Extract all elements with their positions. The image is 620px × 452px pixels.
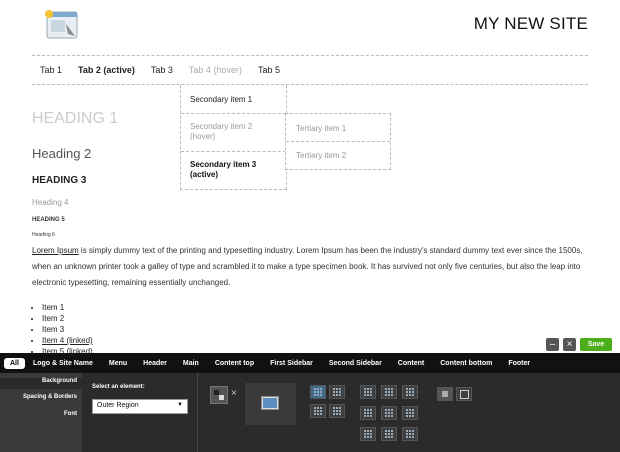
paragraph-text: is simply dummy text of the printing and… — [32, 246, 583, 287]
nav-content-top[interactable]: Content top — [207, 360, 262, 367]
main-menu: Tab 1 Tab 2 (active) Tab 3 Tab 4 (hover)… — [32, 62, 288, 80]
repeat-y-icon[interactable] — [310, 404, 326, 418]
position-top-left-icon[interactable] — [360, 385, 376, 399]
panel-divider — [197, 373, 198, 452]
tertiary-item-2[interactable]: Tertiary item 2 — [296, 151, 346, 160]
position-bottom-right-icon[interactable] — [402, 427, 418, 441]
nav-content-bottom[interactable]: Content bottom — [432, 360, 500, 367]
tab-2-active[interactable]: Tab 2 (active) — [70, 62, 143, 80]
tab-3[interactable]: Tab 3 — [143, 62, 181, 80]
attachment-fixed-icon[interactable] — [456, 387, 472, 401]
background-image-box[interactable] — [245, 383, 296, 425]
element-select[interactable]: Outer Region ▼ — [92, 399, 188, 414]
header-divider — [32, 55, 588, 56]
list-item-link[interactable]: Item 4 (linked) — [42, 335, 93, 346]
tab-5[interactable]: Tab 5 — [250, 62, 288, 80]
position-top-right-icon[interactable] — [402, 385, 418, 399]
heading-4: Heading 4 — [32, 198, 69, 207]
list-item: Item 2 — [42, 313, 93, 324]
heading-3: HEADING 3 — [32, 175, 87, 186]
tertiary-item-1[interactable]: Tertiary item 1 — [296, 124, 346, 133]
secondary-item-3-active[interactable]: Secondary item 3 (active) — [190, 160, 278, 180]
repeat-x-icon[interactable] — [329, 385, 345, 399]
color-swatch[interactable] — [210, 386, 228, 404]
nav-menu[interactable]: Menu — [101, 360, 135, 367]
image-icon — [261, 396, 279, 410]
heading-2: Heading 2 — [32, 146, 92, 161]
repeat-tile-icon[interactable] — [310, 385, 326, 399]
heading-5: HEADING 5 — [32, 217, 65, 223]
body-paragraph: Lorem Ipsum is simply dummy text of the … — [32, 243, 588, 291]
secondary-dropdown: Secondary item 1 Secondary item 2 (hover… — [180, 85, 287, 190]
nav-content[interactable]: Content — [390, 360, 432, 367]
dropdown-separator — [181, 113, 286, 114]
heading-1: HEADING 1 — [32, 110, 119, 127]
menu-divider — [32, 84, 588, 85]
no-repeat-icon[interactable] — [329, 404, 345, 418]
save-button[interactable]: Save — [580, 338, 612, 351]
secondary-item-2-hover[interactable]: Secondary item 2 (hover) — [190, 122, 278, 142]
remove-color-icon[interactable]: × — [231, 388, 237, 399]
nav-header[interactable]: Header — [135, 360, 175, 367]
nav-logo-site-name[interactable]: Logo & Site Name — [25, 360, 101, 367]
repeat-options — [310, 385, 350, 425]
position-top-center-icon[interactable] — [381, 385, 397, 399]
dropdown-separator — [286, 141, 390, 142]
nav-footer[interactable]: Footer — [500, 360, 538, 367]
position-grid — [360, 385, 422, 447]
position-middle-left-icon[interactable] — [360, 406, 376, 420]
nav-main[interactable]: Main — [175, 360, 207, 367]
tab-1[interactable]: Tab 1 — [32, 62, 70, 80]
position-middle-right-icon[interactable] — [402, 406, 418, 420]
close-button[interactable]: × — [563, 338, 576, 351]
dropdown-separator — [181, 151, 286, 152]
editor-sidebar: Background Spacing & Borders Font — [0, 373, 82, 452]
secondary-item-1[interactable]: Secondary item 1 — [190, 95, 278, 105]
site-title: MY NEW SITE — [473, 14, 588, 33]
position-middle-center-icon[interactable] — [381, 406, 397, 420]
editor-nav: All Logo & Site Name Menu Header Main Co… — [0, 353, 620, 373]
nav-first-sidebar[interactable]: First Sidebar — [262, 360, 321, 367]
select-element-label: Select an element: — [92, 384, 145, 390]
position-bottom-left-icon[interactable] — [360, 427, 376, 441]
nav-second-sidebar[interactable]: Second Sidebar — [321, 360, 390, 367]
list-item: Item 1 — [42, 302, 93, 313]
logo-icon — [45, 10, 78, 39]
sidebar-item-font[interactable]: Font — [64, 411, 77, 417]
element-select-value: Outer Region — [97, 402, 139, 409]
nav-all[interactable]: All — [4, 357, 25, 369]
sidebar-item-spacing-borders[interactable]: Spacing & Borders — [23, 394, 77, 400]
tab-4-hover[interactable]: Tab 4 (hover) — [181, 62, 250, 80]
sidebar-item-background[interactable]: Background — [0, 378, 82, 389]
position-bottom-center-icon[interactable] — [381, 427, 397, 441]
item-list: Item 1 Item 2 Item 3 Item 4 (linked) Ite… — [32, 302, 93, 357]
tertiary-dropdown: Tertiary item 1 Tertiary item 2 — [285, 113, 391, 170]
heading-6: Heading 6 — [32, 232, 55, 238]
chevron-down-icon: ▼ — [177, 402, 183, 408]
lorem-ipsum-link[interactable]: Lorem Ipsum — [32, 246, 79, 255]
minimize-button[interactable]: – — [546, 338, 559, 351]
attachment-scroll-icon[interactable] — [437, 387, 453, 401]
list-item: Item 3 — [42, 324, 93, 335]
